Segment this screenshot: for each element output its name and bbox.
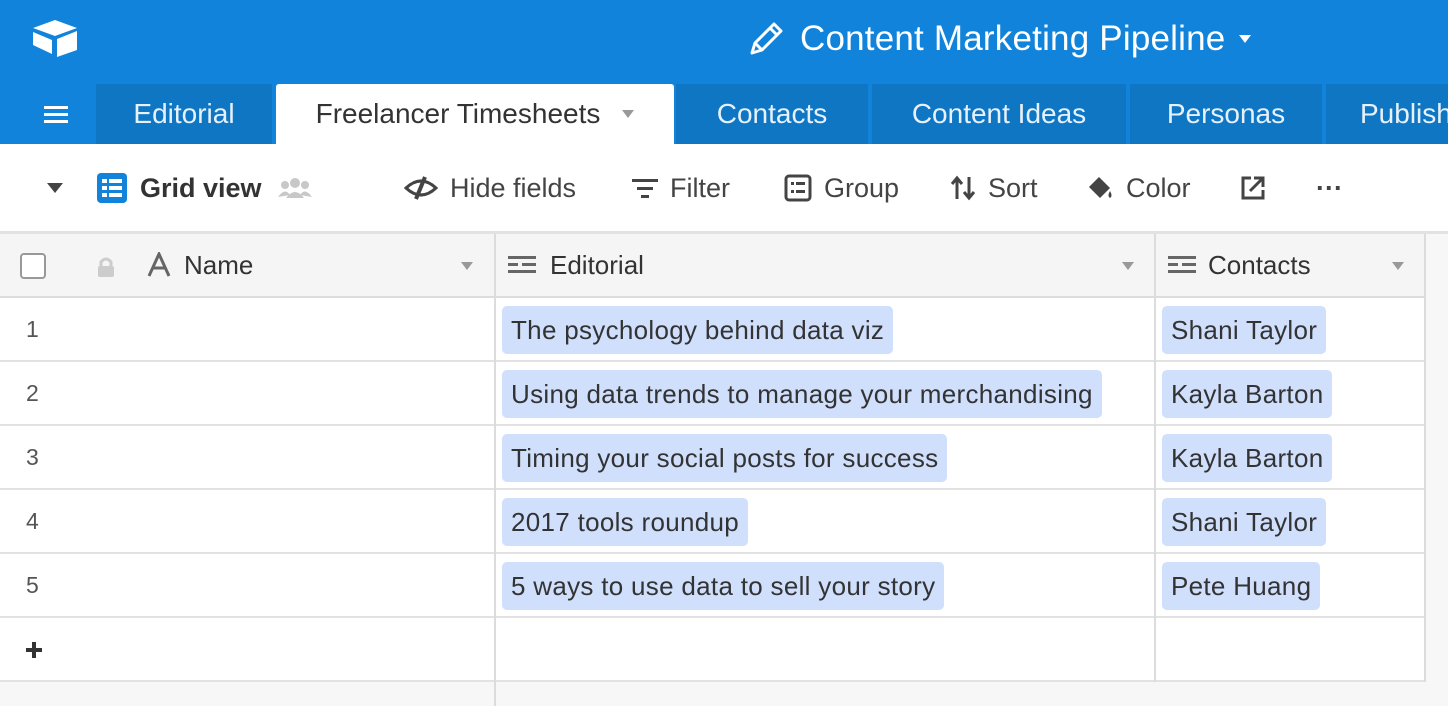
table-row[interactable]: 4 2017 tools roundup Shani Taylor <box>0 490 1426 554</box>
column-menu-icon[interactable] <box>1122 262 1134 270</box>
caret-down-icon[interactable] <box>46 182 64 194</box>
filter-icon <box>632 179 658 198</box>
plus-icon[interactable] <box>24 640 44 660</box>
contact-chip[interactable]: Shani Taylor <box>1162 306 1327 354</box>
color-label: Color <box>1126 172 1191 203</box>
column-label: Contacts <box>1208 249 1311 280</box>
tab-contacts[interactable]: Contacts <box>676 84 868 144</box>
tab-content-ideas[interactable]: Content Ideas <box>872 84 1126 144</box>
color-button[interactable]: Color <box>1086 144 1191 232</box>
table-row[interactable]: 5 5 ways to use data to sell your story … <box>0 554 1426 618</box>
column-menu-icon[interactable] <box>1392 262 1404 270</box>
hide-fields-button[interactable]: Hide fields <box>404 144 576 232</box>
column-header-contacts[interactable]: Contacts <box>1166 234 1311 296</box>
grid-view-icon <box>97 173 127 203</box>
sort-label: Sort <box>988 172 1038 203</box>
row-number: 2 <box>26 379 39 406</box>
caret-down-icon[interactable] <box>1239 35 1252 43</box>
contact-chip[interactable]: Kayla Barton <box>1162 370 1333 418</box>
table-row[interactable]: 2 Using data trends to manage your merch… <box>0 362 1426 426</box>
tab-label: Content Ideas <box>911 98 1087 129</box>
eye-slash-icon <box>404 176 438 200</box>
caret-down-icon[interactable] <box>622 110 635 118</box>
lock-icon <box>98 257 114 277</box>
select-all-checkbox[interactable] <box>20 253 46 279</box>
linked-record-icon <box>1168 256 1196 273</box>
view-switcher-toggle[interactable] <box>46 144 76 232</box>
column-header-editorial[interactable]: Editorial <box>506 234 644 296</box>
column-divider <box>494 234 496 682</box>
editorial-chip[interactable]: Using data trends to manage your merchan… <box>502 370 1102 418</box>
hide-fields-label: Hide fields <box>450 172 577 203</box>
external-share-icon <box>1241 176 1265 200</box>
paint-bucket-icon <box>1089 177 1112 198</box>
filter-button[interactable]: Filter <box>632 144 730 232</box>
editorial-chip[interactable]: 2017 tools roundup <box>502 498 749 546</box>
view-toolbar: Grid view Hide fields Filter Group Sort … <box>0 144 1448 234</box>
more-icon: ··· <box>1316 172 1343 203</box>
hamburger-icon[interactable] <box>40 102 72 128</box>
tab-publish[interactable]: Publish <box>1326 84 1448 144</box>
editorial-chip[interactable]: The psychology behind data viz <box>502 306 894 354</box>
collaborators-icon <box>277 178 312 198</box>
text-field-icon <box>147 252 171 277</box>
view-name-label[interactable]: Grid view <box>140 173 262 204</box>
column-header-name[interactable]: Name <box>146 234 253 296</box>
sort-icon <box>950 175 976 201</box>
view-name[interactable]: Grid view <box>96 144 324 232</box>
tab-freelancer-timesheets[interactable]: Freelancer Timesheets <box>276 84 674 144</box>
tab-editorial[interactable]: Editorial <box>96 84 272 144</box>
contact-chip[interactable]: Kayla Barton <box>1162 434 1333 482</box>
group-icon <box>784 174 812 202</box>
contact-chip[interactable]: Shani Taylor <box>1162 498 1327 546</box>
airtable-logo-icon[interactable] <box>30 18 80 58</box>
tab-label: Personas <box>1166 98 1286 129</box>
column-label: Editorial <box>550 249 644 280</box>
column-divider <box>1424 234 1426 682</box>
app-header: Content Marketing Pipeline Editorial Fre… <box>0 0 1448 144</box>
row-number: 3 <box>26 443 39 470</box>
filter-label: Filter <box>670 172 730 203</box>
table-row[interactable]: 3 Timing your social posts for success K… <box>0 426 1426 490</box>
column-menu-icon[interactable] <box>461 262 473 270</box>
tab-label: Contacts <box>716 98 828 129</box>
linked-record-icon <box>508 256 536 273</box>
base-title[interactable]: Content Marketing Pipeline <box>800 19 1225 59</box>
records-grid: Name Editorial Contacts 1 The psychology… <box>0 234 1426 682</box>
row-number: 5 <box>26 571 39 598</box>
more-options-button[interactable]: ··· <box>1316 144 1343 232</box>
column-divider <box>1154 234 1156 682</box>
group-label: Group <box>824 172 900 203</box>
tab-label: Freelancer Timesheets <box>315 98 601 129</box>
tab-label: Publish <box>1360 98 1448 129</box>
editorial-chip[interactable]: 5 ways to use data to sell your story <box>502 562 945 610</box>
add-record-row[interactable] <box>0 618 1426 682</box>
sort-button[interactable]: Sort <box>950 144 1038 232</box>
row-number: 4 <box>26 507 39 534</box>
tab-label: Editorial <box>133 98 235 129</box>
share-view-button[interactable] <box>1240 144 1278 232</box>
table-row[interactable]: 1 The psychology behind data viz Shani T… <box>0 298 1426 362</box>
grid-header-row: Name Editorial Contacts <box>0 234 1426 298</box>
column-label: Name <box>184 249 254 280</box>
contact-chip[interactable]: Pete Huang <box>1162 562 1321 610</box>
editorial-chip[interactable]: Timing your social posts for success <box>502 434 948 482</box>
base-title-area[interactable]: Content Marketing Pipeline <box>746 14 1252 64</box>
tab-personas[interactable]: Personas <box>1130 84 1322 144</box>
grid-footer-area <box>0 682 1448 706</box>
pencil-icon[interactable] <box>746 19 786 59</box>
row-number: 1 <box>26 315 39 342</box>
group-button[interactable]: Group <box>784 144 899 232</box>
